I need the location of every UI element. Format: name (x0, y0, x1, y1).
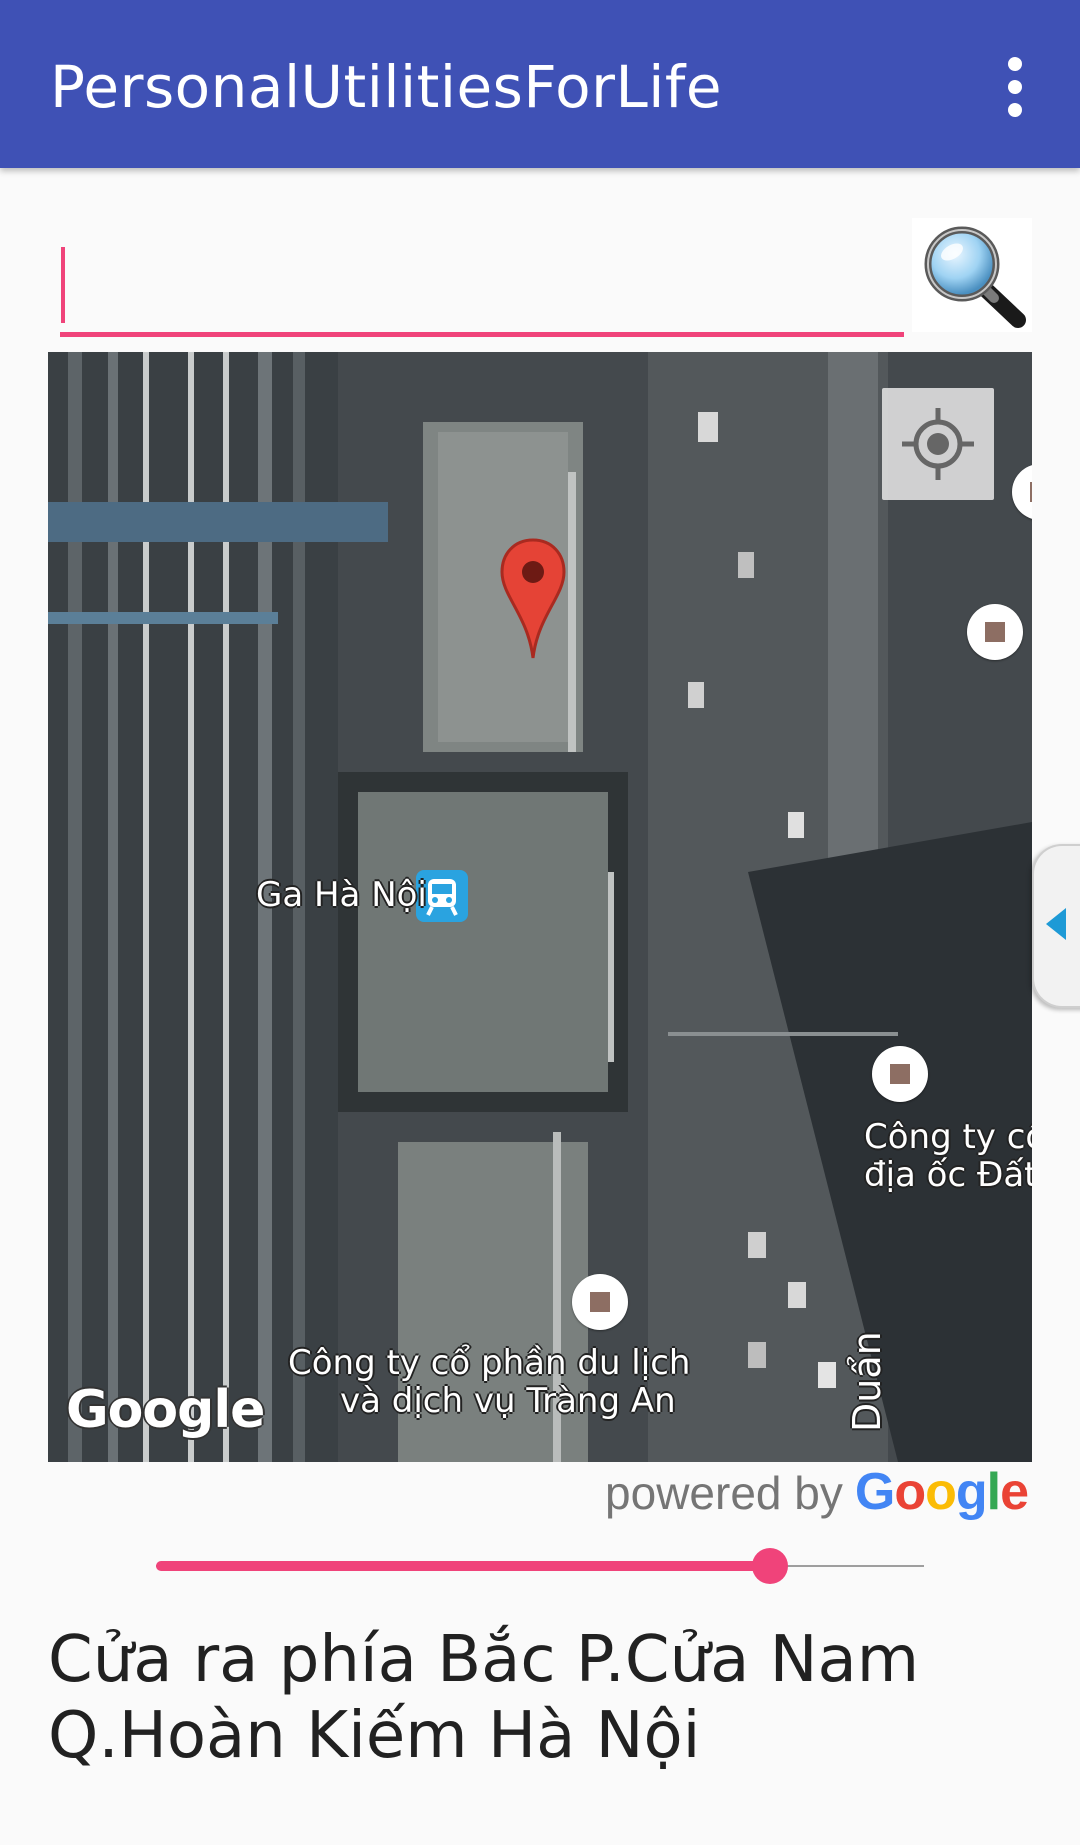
poi-square-icon[interactable] (572, 1274, 628, 1330)
slider-fill (156, 1561, 771, 1571)
my-location-icon (902, 408, 974, 480)
overflow-dot (1008, 57, 1022, 71)
map-label-company-2-line2: và dịch vụ Tràng An (340, 1381, 676, 1421)
address-line-2: Q.Hoàn Kiếm Hà Nội (48, 1699, 701, 1773)
map-label-company-1-line2: địa ốc Đất V (864, 1155, 1032, 1195)
my-location-button[interactable] (882, 388, 994, 500)
powered-by-google: powered by Google (605, 1462, 1029, 1522)
map-attribution-logo: Google (66, 1380, 265, 1440)
red-map-pin-icon (500, 538, 566, 659)
map-label-street: Duẩn (845, 1331, 889, 1432)
address-line-1: Cửa ra phía Bắc P.Cửa Nam (48, 1623, 920, 1697)
slider-thumb[interactable] (752, 1548, 789, 1584)
poi-square-icon[interactable] (967, 604, 1023, 660)
magnifier-icon (924, 226, 1026, 328)
radius-slider[interactable] (156, 1540, 924, 1592)
more-vert-icon[interactable] (950, 42, 1080, 132)
search-input[interactable] (60, 240, 904, 337)
satellite-imagery (48, 352, 1032, 1462)
overflow-dot (1008, 103, 1022, 117)
google-logo: Google (854, 1463, 1029, 1521)
map-label-station: Ga Hà Nội (256, 875, 427, 915)
map-label-company-1-line1: Công ty cổ (864, 1117, 1032, 1157)
text-cursor (61, 247, 65, 323)
map-label-company-2-line1: Công ty cổ phần du lịch (288, 1343, 691, 1383)
poi-square-icon[interactable] (872, 1046, 928, 1102)
search-button[interactable] (912, 218, 1032, 332)
overflow-dot (1008, 80, 1022, 94)
address-text: Cửa ra phía Bắc P.Cửa Nam Q.Hoàn Kiếm Hà… (48, 1622, 1028, 1774)
map-view[interactable]: Ga Hà Nội Công ty cổ địa ốc Đất V Công t… (48, 352, 1032, 1462)
powered-by-text: powered by (605, 1467, 843, 1519)
app-bar: PersonalUtilitiesForLife (0, 0, 1080, 168)
app-title: PersonalUtilitiesForLife (50, 53, 723, 121)
drawer-handle[interactable] (1032, 844, 1080, 1008)
chevron-left-icon (1046, 908, 1066, 940)
